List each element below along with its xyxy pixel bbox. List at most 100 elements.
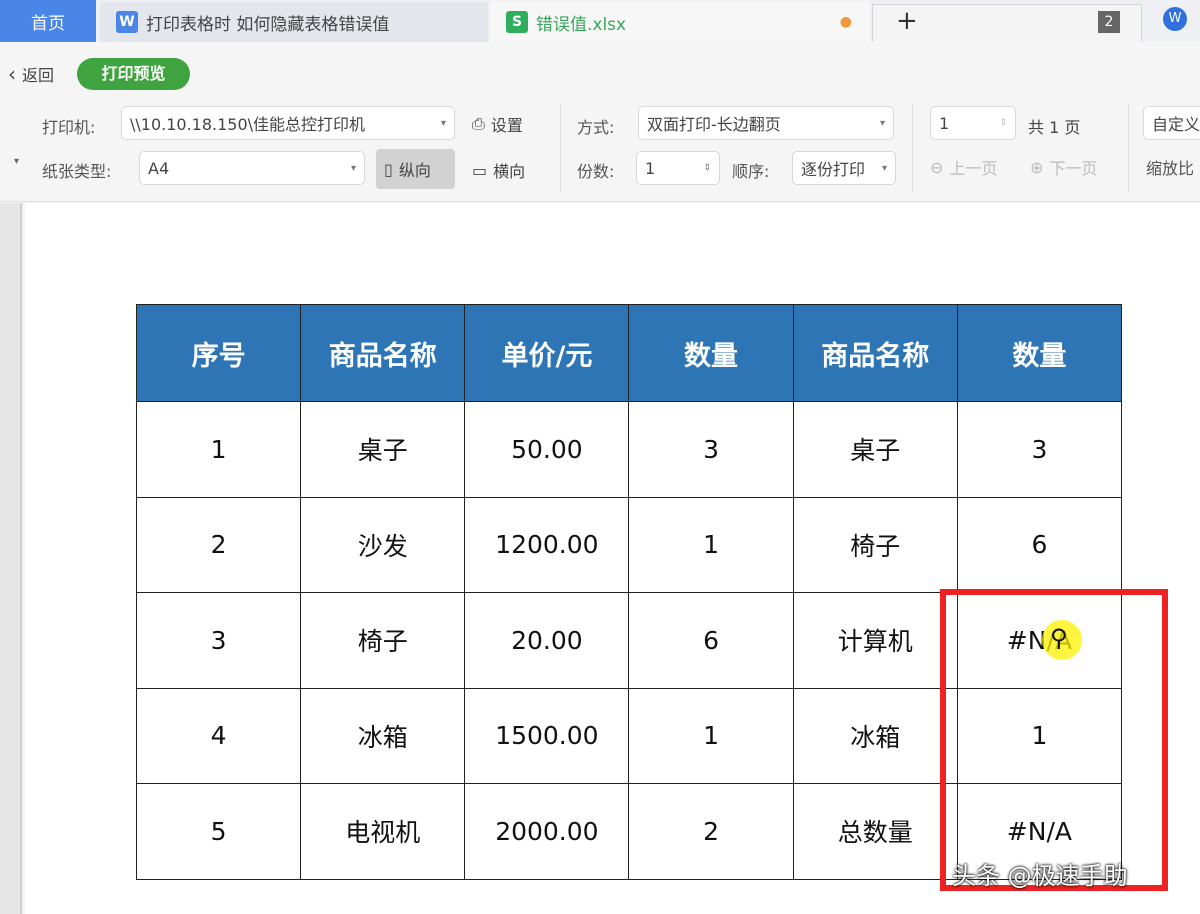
chevron-down-icon: ▾ <box>350 162 356 174</box>
divider <box>912 104 913 192</box>
watermark: 头条 @极速手助 <box>952 862 1128 890</box>
duplex-select[interactable]: 双面打印-长边翻页 ▾ <box>638 106 894 140</box>
table-cell: 电视机 <box>300 783 466 880</box>
table-cell: 3 <box>135 592 302 689</box>
paper-label: 纸张类型: <box>42 162 112 181</box>
portrait-icon: ▯ <box>384 159 393 179</box>
next-page-button[interactable]: ⊕ 下一页 <box>1030 155 1097 179</box>
table-cell: 2 <box>135 496 302 593</box>
table-cell: 20.00 <box>464 592 630 689</box>
header-cell: 数量 <box>628 304 794 402</box>
header-cell: 序号 <box>135 304 302 402</box>
copies-stepper[interactable]: 1 ⇕ <box>636 151 720 185</box>
table-cell: 1 <box>628 496 794 593</box>
method-label: 方式: <box>577 118 615 137</box>
table-cell: 4 <box>135 687 302 784</box>
tab-home[interactable]: 首页 <box>0 0 96 42</box>
printer-select[interactable]: \\10.10.18.150\佳能总控打印机 ▾ <box>121 106 455 140</box>
table-header-row: 序号 商品名称 单价/元 数量 商品名称 数量 <box>135 304 1123 402</box>
method-value: 双面打印-长边翻页 <box>647 115 781 134</box>
header-cell: 数量 <box>956 304 1123 402</box>
portrait-label: 纵向 <box>398 161 431 180</box>
table-cell: 5 <box>135 783 302 880</box>
paper-select[interactable]: A4 ▾ <box>139 151 365 185</box>
table-cell: 桌子 <box>792 401 958 498</box>
table-cell: 1 <box>135 401 302 498</box>
divider <box>560 104 561 192</box>
left-scroll-strip <box>0 203 22 914</box>
word-icon: W <box>116 11 138 33</box>
arrow-right-circle-icon: ⊕ <box>1030 157 1044 177</box>
chevron-down-icon: ▾ <box>879 117 885 129</box>
landscape-button[interactable]: ▭ 横向 <box>472 158 525 182</box>
page-number-input[interactable]: 1 ⇕ <box>930 106 1016 140</box>
printer-value: \\10.10.18.150\佳能总控打印机 <box>130 115 366 134</box>
header-cell: 单价/元 <box>464 304 630 402</box>
back-label: 返回 <box>22 66 55 85</box>
order-value: 逐份打印 <box>801 160 866 179</box>
order-select[interactable]: 逐份打印 ▾ <box>792 151 896 185</box>
table-cell: 椅子 <box>300 592 466 689</box>
print-preview-badge: 打印预览 <box>77 58 190 90</box>
divider <box>1128 104 1129 192</box>
portrait-button[interactable]: ▯ 纵向 <box>376 149 455 189</box>
table-row: 2 沙发 1200.00 1 椅子 6 <box>135 496 1123 593</box>
highlight-box <box>940 589 1168 891</box>
page-value: 1 <box>939 113 950 133</box>
table-cell: 3 <box>628 401 794 498</box>
chevron-left-icon: ‹ <box>8 62 16 86</box>
header-cell: 商品名称 <box>792 304 958 402</box>
paper-value: A4 <box>148 158 170 178</box>
copies-label: 份数: <box>577 162 615 181</box>
new-tab-button[interactable]: + <box>896 6 918 36</box>
table-cell: 冰箱 <box>792 687 958 784</box>
prev-label: 上一页 <box>949 159 998 178</box>
next-label: 下一页 <box>1049 159 1098 178</box>
header-cell: 商品名称 <box>300 304 466 402</box>
window-count-badge[interactable]: 2 <box>1098 11 1120 33</box>
table-cell: 50.00 <box>464 401 630 498</box>
chevron-down-icon: ▾ <box>440 117 446 129</box>
unsaved-dot-icon: ● <box>839 14 852 30</box>
back-button[interactable]: ‹ 返回 <box>8 62 54 86</box>
table-cell: 1 <box>628 687 794 784</box>
page-total: 共 1 页 <box>1028 118 1081 137</box>
table-cell: 1500.00 <box>464 687 630 784</box>
tab-spreadsheet[interactable]: S 错误值.xlsx ● <box>490 2 870 42</box>
zoom-label: 缩放比 <box>1146 159 1195 178</box>
table-cell: 沙发 <box>300 496 466 593</box>
stepper-icon[interactable]: ⇕ <box>703 163 711 173</box>
chevron-down-icon: ▾ <box>881 162 887 174</box>
table-cell: 总数量 <box>792 783 958 880</box>
arrow-left-circle-icon: ⊖ <box>930 157 944 177</box>
landscape-icon: ▭ <box>472 160 488 180</box>
settings-button[interactable]: ⎙ 设置 <box>472 112 523 136</box>
landscape-label: 横向 <box>493 162 526 181</box>
zoom-select[interactable]: 自定义 <box>1143 106 1200 140</box>
printer-label: 打印机: <box>42 118 96 137</box>
tab-label: 错误值.xlsx <box>536 14 627 35</box>
sheet-icon: S <box>506 11 528 33</box>
zoom-value: 自定义 <box>1152 115 1200 134</box>
table-cell: 椅子 <box>792 496 958 593</box>
table-cell: 3 <box>956 401 1123 498</box>
table-cell: 冰箱 <box>300 687 466 784</box>
stepper-icon[interactable]: ⇕ <box>999 118 1007 128</box>
table-cell: 2000.00 <box>464 783 630 880</box>
table-cell: 计算机 <box>792 592 958 689</box>
table-cell: 1200.00 <box>464 496 630 593</box>
table-cell: 2 <box>628 783 794 880</box>
table-cell: 6 <box>628 592 794 689</box>
order-label: 顺序: <box>732 162 770 181</box>
settings-label: 设置 <box>490 116 523 135</box>
prev-page-button[interactable]: ⊖ 上一页 <box>930 155 997 179</box>
table-cell: 6 <box>956 496 1123 593</box>
copies-value: 1 <box>645 158 656 178</box>
table-cell: 桌子 <box>300 401 466 498</box>
table-row: 1 桌子 50.00 3 桌子 3 <box>135 401 1123 498</box>
wps-logo-icon[interactable]: W <box>1163 7 1187 31</box>
collapse-icon[interactable]: ▾ <box>14 156 19 167</box>
printer-settings-icon: ⎙ <box>472 114 485 133</box>
tab-label: 打印表格时 如何隐藏表格错误值 <box>146 14 390 35</box>
tab-document[interactable]: W 打印表格时 如何隐藏表格错误值 <box>100 2 488 42</box>
